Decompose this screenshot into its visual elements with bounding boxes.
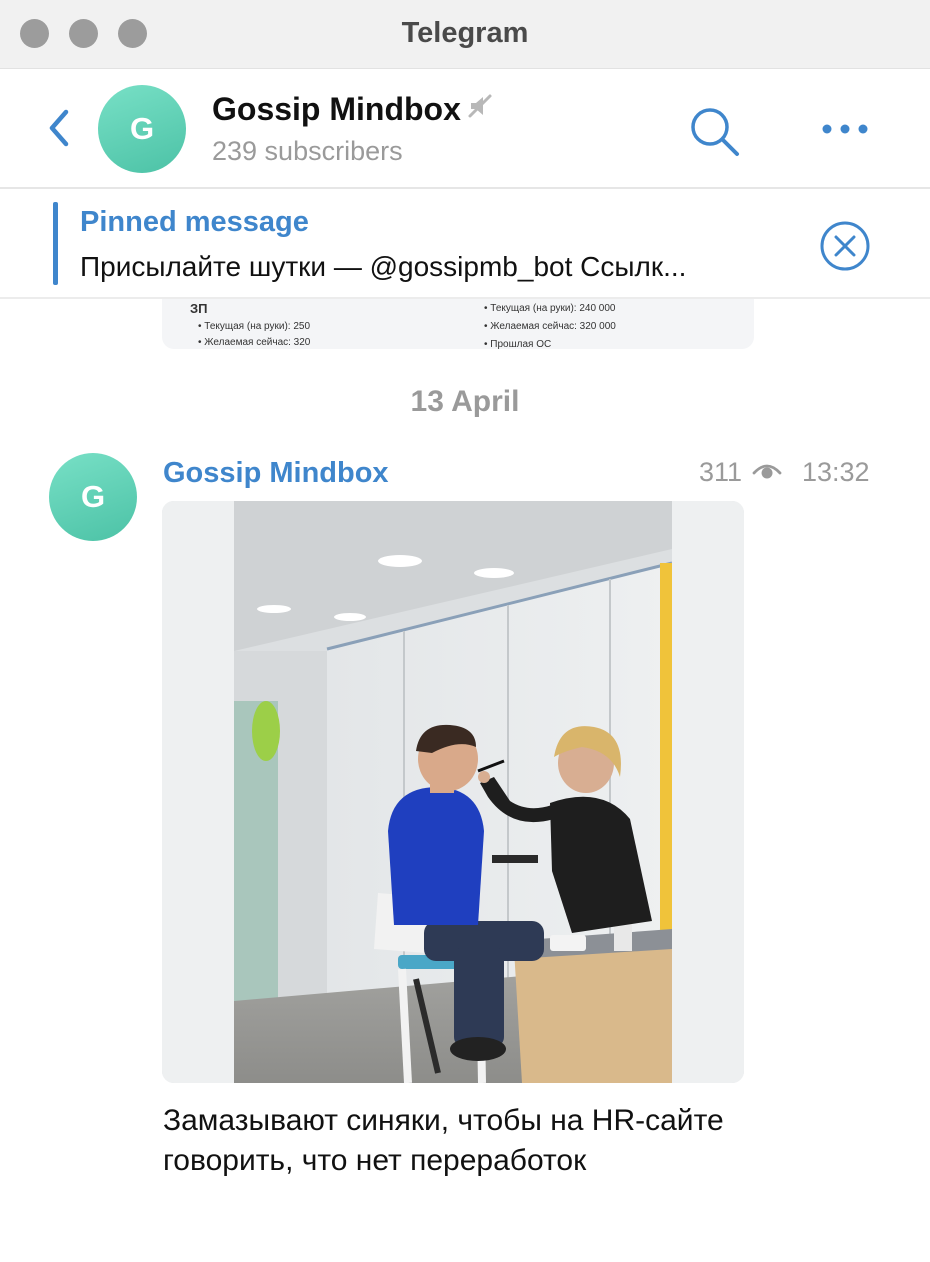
photo-illustration: [162, 501, 744, 1083]
prev-photo-left-item: Желаемая сейчас: 320: [198, 337, 310, 348]
message-list[interactable]: ЗП Текущая (на руки): 250 Желаемая сейча…: [0, 297, 930, 1262]
channel-title-wrap[interactable]: Gossip Mindbox: [212, 91, 493, 130]
message-text: Замазывают синяки, чтобы на HR-сайте гов…: [163, 1104, 724, 1177]
pinned-message-bar[interactable]: Pinned message Присылайте шутки — @gossi…: [0, 189, 930, 299]
search-button[interactable]: [686, 105, 744, 159]
back-button[interactable]: [40, 106, 80, 150]
more-options-button[interactable]: [818, 119, 872, 139]
pinned-text: Присылайте шутки — @gossipmb_bot Ссылк..…: [80, 251, 687, 282]
pinned-close-button[interactable]: [818, 219, 872, 273]
prev-photo-right-item: Текущая (на руки): 240 000: [484, 303, 615, 314]
subscriber-count: 239 subscribers: [212, 136, 403, 166]
prev-photo-right-item: Желаемая сейчас: 320 000: [484, 321, 616, 332]
prev-photo-left-item: Текущая (на руки): 250: [198, 321, 310, 332]
muted-icon: [467, 90, 493, 127]
prev-photo-heading: ЗП: [190, 301, 208, 316]
chevron-left-icon: [49, 109, 69, 147]
window-titlebar: Telegram: [0, 0, 930, 69]
previous-photo-fragment[interactable]: ЗП Текущая (на руки): 250 Желаемая сейча…: [162, 297, 754, 349]
message-author[interactable]: Gossip Mindbox: [163, 457, 389, 490]
message-time: 13:32: [802, 457, 870, 487]
more-dots-icon: [822, 124, 868, 134]
date-separator: 13 April: [410, 385, 520, 418]
prev-photo-right-item: Прошлая ОС: [484, 339, 551, 349]
search-icon: [691, 108, 739, 156]
window-title: Telegram: [401, 17, 529, 49]
message-photo[interactable]: [162, 501, 744, 1083]
channel-avatar[interactable]: G: [98, 85, 186, 173]
close-circle-icon: [820, 221, 870, 271]
message-author-avatar[interactable]: G: [49, 453, 137, 541]
pinned-title: Pinned message: [80, 206, 309, 238]
pinned-accent-line: [53, 202, 58, 285]
chat-header: G Gossip Mindbox 239 subscribers: [0, 69, 930, 189]
message-view-count: 311: [699, 457, 743, 487]
eye-icon: [752, 464, 782, 479]
channel-title: Gossip Mindbox: [212, 91, 461, 127]
